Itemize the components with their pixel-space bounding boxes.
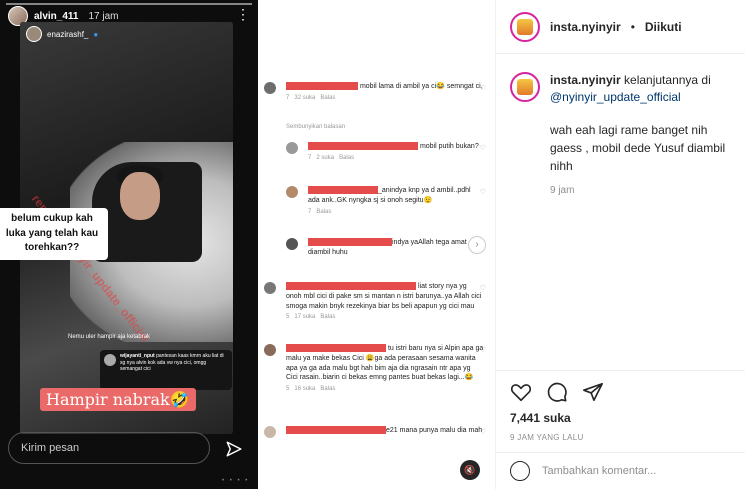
comment-text: mobil putih bukan? — [419, 143, 479, 150]
post-caption: insta.nyinyir kelanjutannya di @nyinyir_… — [510, 72, 740, 196]
caption-avatar[interactable] — [510, 72, 540, 102]
caption-mention-link[interactable]: @nyinyir_update_official — [550, 90, 681, 104]
story-comment-sticker: wijayanti_nput pantesan kaas kmrn aku li… — [100, 350, 232, 390]
story-caption: belum cukup kah luka yang telah kau tore… — [0, 208, 108, 260]
like-count[interactable]: 7,441 suka — [510, 411, 732, 425]
more-options-icon: ⋮ — [236, 6, 250, 22]
comment-row: tu istri baru nya si Alpin apa ga malu y… — [264, 344, 486, 394]
caption-text: kelanjutannya di — [624, 73, 711, 87]
comment-avatar — [264, 82, 276, 94]
add-comment-input[interactable]: Tambahkan komentar... — [542, 465, 656, 477]
comment-likes: 2 suka — [316, 154, 335, 161]
send-icon — [226, 441, 242, 457]
mute-icon[interactable]: 🔇 — [460, 460, 480, 480]
comment-likes: 16 suka — [294, 386, 316, 393]
comment-reply: Balas — [339, 154, 355, 161]
text-sticker: Hampir nabrak🤣 — [40, 388, 196, 411]
comment-icon[interactable] — [546, 381, 568, 403]
comment-row: liat story nya yg onoh mbl cici di pake … — [264, 282, 486, 322]
story-dots: • • • • — [222, 478, 250, 484]
story-username: alvin_411 — [34, 10, 79, 22]
caption-time: 9 jam — [550, 184, 575, 196]
redacted-username — [286, 282, 416, 291]
story-time: 17 jam — [88, 10, 119, 22]
comment-likes: 32 suka — [294, 94, 316, 101]
comment-row: e21 mana punya malu dia mah ♡ — [264, 426, 486, 438]
emoji-icon[interactable] — [510, 461, 530, 481]
heart-icon[interactable] — [510, 381, 532, 403]
redacted-username — [308, 142, 418, 151]
comment-reply: Balas — [316, 208, 332, 215]
share-icon[interactable] — [582, 381, 604, 403]
person-face — [120, 172, 160, 220]
story-progress-bar — [6, 3, 252, 5]
story-screenshot: alvin_411 17 jam ⋮ enazirashf_ ● repost … — [0, 0, 258, 489]
comment-reply: Balas — [320, 94, 336, 101]
comment-avatar — [286, 238, 298, 250]
caption-message: wah eah lagi rame banget nih gaess , mob… — [550, 122, 726, 173]
inner-story-header: enazirashf_ ● — [26, 26, 98, 42]
inner-username: enazirashf_ — [47, 29, 89, 39]
comment-row: mobil lama di ambil ya ci😂 semngat ci, 7… — [264, 82, 486, 102]
heart-icon: ♡ — [479, 285, 486, 292]
post-actions: 7,441 suka 9 JAM YANG LALU — [496, 370, 745, 442]
comments-screenshot: mobil lama di ambil ya ci😂 semngat ci, 7… — [258, 0, 495, 489]
post-header: insta.nyinyir • Diikuti — [496, 0, 745, 54]
comment-text: e21 mana punya malu dia mah — [386, 427, 483, 434]
heart-icon: ♡ — [479, 347, 486, 354]
comment-avatar — [264, 344, 276, 356]
story-note: Nemu uler hampir aja ketabrak — [68, 334, 151, 340]
redacted-username — [308, 238, 392, 247]
sticker-avatar — [104, 354, 116, 366]
redacted-username — [286, 426, 386, 435]
hide-replies: Sembunyikan balasan — [286, 124, 346, 130]
redacted-username — [286, 82, 358, 91]
comment-avatar — [264, 282, 276, 294]
profile-username[interactable]: insta.nyinyir — [550, 20, 621, 34]
comment-reply: Balas — [320, 386, 336, 393]
separator-dot: • — [630, 19, 635, 34]
heart-icon: ♡ — [479, 189, 486, 196]
comment-avatar — [264, 426, 276, 438]
sticker-user: wijayanti_nput — [120, 353, 155, 359]
verified-icon: ● — [93, 29, 99, 39]
redacted-username — [286, 344, 386, 353]
inner-avatar — [26, 26, 42, 42]
comment-text: mobil lama di ambil ya ci😂 semngat ci, — [359, 83, 483, 90]
post-media[interactable]: alvin_411 17 jam ⋮ enazirashf_ ● repost … — [0, 0, 495, 489]
message-input: Kirim pesan — [8, 432, 210, 464]
post-sidebar: insta.nyinyir • Diikuti insta.nyinyir ke… — [495, 0, 745, 489]
add-comment-bar: Tambahkan komentar... — [496, 452, 745, 489]
post-timestamp: 9 JAM YANG LALU — [510, 433, 584, 442]
comment-avatar — [286, 142, 298, 154]
next-arrow-icon[interactable]: › — [468, 236, 486, 254]
comment-reply: Balas — [320, 314, 336, 321]
heart-icon: ♡ — [479, 145, 486, 152]
comment-row: indya yaAllah tega amat diambil huhu ♡ — [264, 238, 486, 258]
comment-likes: 17 suka — [294, 314, 316, 321]
comment-row: _anindya knp ya d ambil..pdhl ada ank..G… — [264, 186, 486, 216]
comment-avatar — [286, 186, 298, 198]
comment-row: mobil putih bukan? 7 2 suka Balas ♡ — [264, 142, 486, 162]
heart-icon: ♡ — [479, 429, 486, 436]
redacted-username — [308, 186, 378, 195]
profile-avatar[interactable] — [510, 11, 540, 42]
heart-icon: ♡ — [479, 85, 486, 92]
follow-status-button[interactable]: Diikuti — [645, 20, 682, 34]
caption-username[interactable]: insta.nyinyir — [550, 73, 621, 87]
